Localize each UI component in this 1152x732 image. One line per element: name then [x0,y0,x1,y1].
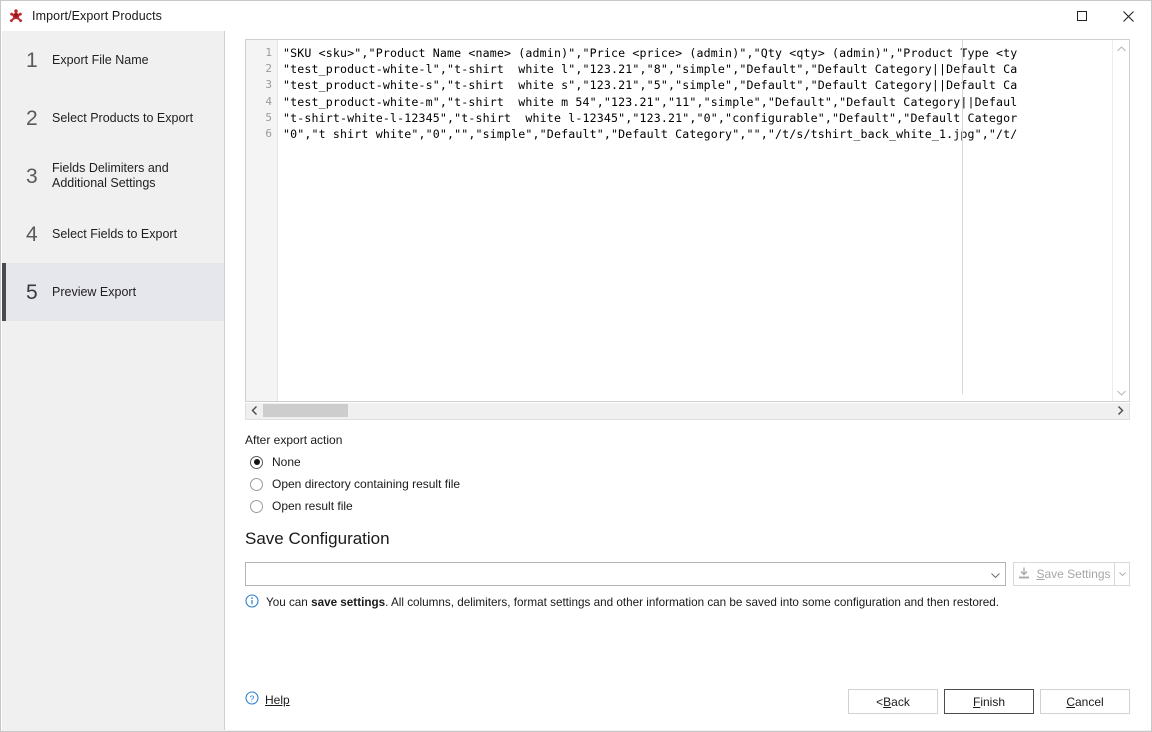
line-number: 5 [246,110,277,126]
radio-icon[interactable] [250,478,263,491]
label-rest: inish [980,695,1005,709]
cancel-button[interactable]: Cancel [1040,689,1130,714]
save-settings-dropdown-button[interactable] [1114,562,1130,586]
scroll-right-icon[interactable] [1112,403,1129,418]
preview-code-area[interactable]: "SKU <sku>","Product Name <name> (admin)… [279,40,1129,401]
preview-line: "test_product-white-l","t-shirt white l"… [279,61,1129,77]
line-number: 6 [246,126,277,142]
save-settings-button[interactable]: Save Settings [1013,562,1114,586]
configuration-input[interactable] [251,563,990,587]
step-number: 1 [26,50,50,71]
preview-horizontal-scrollbar[interactable] [245,403,1130,420]
label-rest: elp [274,693,290,707]
title-bar: Import/Export Products [1,1,1151,31]
scroll-left-icon[interactable] [246,403,263,418]
preview-vertical-scrollbar[interactable] [1112,40,1129,401]
step-number: 5 [26,282,50,303]
line-number-gutter: 1 2 3 4 5 6 [246,40,278,401]
wizard-steps-sidebar: 1 Export File Name 2 Select Products to … [2,31,225,731]
accel-letter: B [883,695,891,709]
sidebar-step-5[interactable]: 5 Preview Export [2,263,224,321]
after-export-action-group: None Open directory containing result fi… [245,451,745,517]
line-number: 3 [246,77,277,93]
preview-line: "test_product-white-s","t-shirt white s"… [279,77,1129,93]
sidebar-step-3[interactable]: 3 Fields Delimiters and Additional Setti… [2,147,224,205]
after-export-action-label: After export action [245,433,342,447]
radio-label: Open directory containing result file [272,477,460,491]
accel-letter: F [973,695,980,709]
radio-icon[interactable] [250,456,263,469]
info-bold: save settings [311,596,385,609]
info-text: You can save settings. All columns, deli… [266,596,999,609]
scroll-down-icon[interactable] [1113,384,1130,401]
radio-option-open-directory[interactable]: Open directory containing result file [245,473,745,495]
scroll-up-icon[interactable] [1113,40,1130,57]
sidebar-step-label: Select Fields to Export [50,227,177,242]
wizard-button-bar: < Back Finish Cancel [848,689,1130,714]
info-icon [245,594,259,611]
sidebar-step-label: Export File Name [50,53,149,68]
step-number: 2 [26,108,50,129]
maximize-button[interactable] [1059,1,1105,31]
window-title: Import/Export Products [32,9,162,23]
export-preview-editor[interactable]: 1 2 3 4 5 6 "SKU <sku>","Product Name <n… [245,39,1130,402]
help-label: Help [265,693,290,707]
preview-line: "test_product-white-m","t-shirt white m … [279,94,1129,110]
save-settings-label: Save Settings [1036,567,1110,581]
preview-line: "0","t shirt white","0","","simple","Def… [279,126,1129,142]
sidebar-step-1[interactable]: 1 Export File Name [2,31,224,89]
save-configuration-title: Save Configuration [245,529,390,549]
info-prefix: You can [266,596,311,609]
label-rest: ack [891,695,910,709]
save-settings-info: You can save settings. All columns, deli… [245,594,999,611]
horizontal-scroll-thumb[interactable] [263,404,348,417]
wizard-main-panel: 1 2 3 4 5 6 "SKU <sku>","Product Name <n… [225,31,1151,731]
close-button[interactable] [1105,1,1151,31]
radio-label: Open result file [272,499,353,513]
label-prefix: < [876,695,883,709]
step-number: 4 [26,224,50,245]
help-link[interactable]: ? Help [245,691,290,708]
info-suffix: . All columns, delimiters, format settin… [385,596,999,609]
back-button[interactable]: < Back [848,689,938,714]
accel-letter: H [265,693,274,707]
radio-icon[interactable] [250,500,263,513]
label-rest: ave Settings [1044,567,1110,581]
line-number: 1 [246,45,277,61]
sidebar-step-label: Select Products to Export [50,111,193,126]
label-rest: ancel [1075,695,1104,709]
sidebar-step-label: Fields Delimiters and Additional Setting… [50,161,210,191]
preview-line: "SKU <sku>","Product Name <name> (admin)… [279,45,1129,61]
configuration-combobox[interactable] [245,562,1006,586]
chevron-down-icon[interactable] [991,563,1000,587]
help-icon: ? [245,691,259,708]
sidebar-step-4[interactable]: 4 Select Fields to Export [2,205,224,263]
sidebar-step-label: Preview Export [50,285,136,300]
app-icon [8,8,24,24]
step-number: 3 [26,166,50,187]
line-number: 4 [246,94,277,110]
sidebar-step-2[interactable]: 2 Select Products to Export [2,89,224,147]
radio-option-none[interactable]: None [245,451,745,473]
save-configuration-row: Save Settings [245,562,1130,586]
right-margin-guide [962,40,963,394]
svg-text:?: ? [250,693,255,703]
radio-option-open-result-file[interactable]: Open result file [245,495,745,517]
window-bottom-strip [1,730,1151,731]
window-controls [1059,1,1151,31]
radio-label: None [272,455,301,469]
preview-line: "t-shirt-white-l-12345","t-shirt white l… [279,110,1129,126]
finish-button[interactable]: Finish [944,689,1034,714]
accel-letter: C [1066,695,1075,709]
import-export-wizard-window: Import/Export Products 1 Export File Nam… [0,0,1152,732]
save-icon [1017,566,1031,583]
line-number: 2 [246,61,277,77]
